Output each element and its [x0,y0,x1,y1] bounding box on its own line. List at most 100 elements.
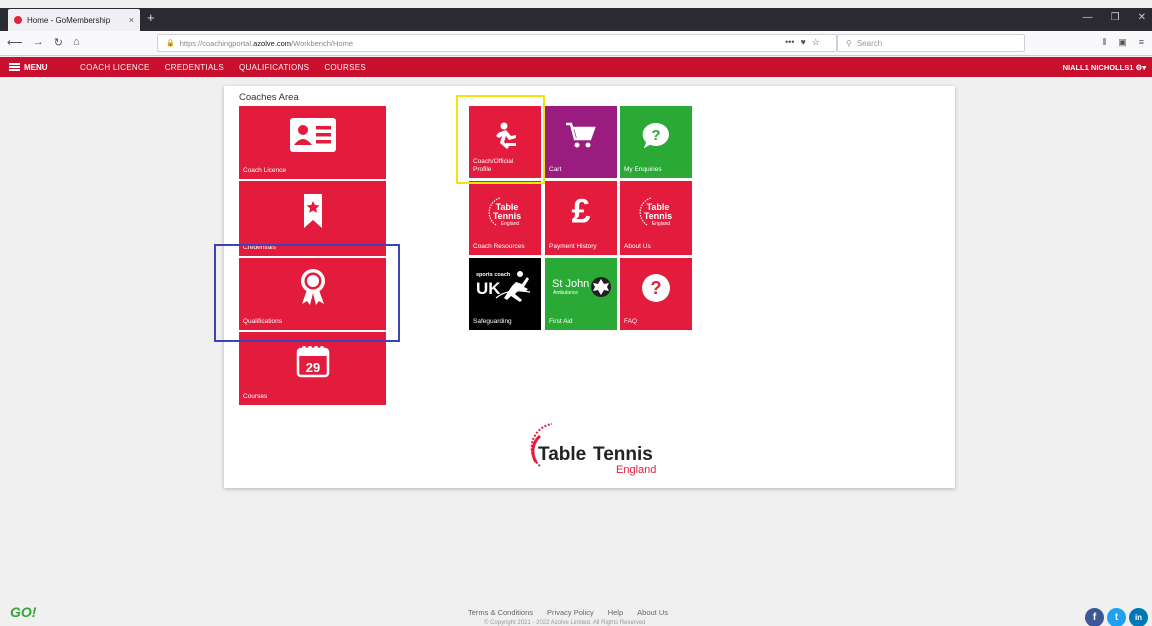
tile-first-aid[interactable]: St John Ambulance First Aid [545,258,617,330]
top-nav: COACH LICENCE CREDENTIALS QUALIFICATIONS… [80,63,366,72]
tile-label: First Aid [549,317,573,325]
tile-safeguarding[interactable]: sports coach UK Safeguarding [469,258,541,330]
sports-coach-text: sports coach [476,272,511,278]
footer-about[interactable]: About Us [637,608,668,617]
user-name: NIALL1 NICHOLLS1 [1062,63,1134,72]
st-john-ambulance-logo: St John Ambulance [552,277,611,298]
tile-payment-history[interactable]: £ Payment History [545,181,617,255]
st-john-text: St John [552,278,589,290]
close-window-icon[interactable]: ✕ [1138,12,1146,23]
browser-tab[interactable]: Home - GoMembership × [8,9,140,31]
tile-faq[interactable]: ? FAQ [620,258,692,330]
copyright: © Copyright 2021 - 2022 Azolve Limited. … [484,620,646,626]
calendar-day: 29 [305,360,319,375]
facebook-icon[interactable]: f [1085,608,1104,626]
menu-button[interactable]: MENU [0,63,80,72]
logo-table-text: Table [538,444,586,465]
ambulance-text: Ambulance [553,290,578,296]
reload-icon[interactable]: ↻ [54,36,63,49]
logo-line3: England [652,221,671,227]
search-input[interactable]: ⚲ Search [837,34,1025,52]
window-controls: — ❐ ✕ [1083,12,1146,23]
go-logo[interactable]: GO! [10,604,36,620]
logo-england-text: England [616,464,656,476]
url-host: azolve.com [253,38,292,48]
nav-credentials[interactable]: CREDENTIALS [165,63,224,72]
footer-privacy[interactable]: Privacy Policy [547,608,594,617]
nav-qualifications[interactable]: QUALIFICATIONS [239,63,309,72]
lock-icon: 🔒 [166,40,175,47]
social-links: f t in [1085,608,1148,626]
tile-label: Cart [549,165,562,173]
browser-tab-bar: Home - GoMembership × + — ❐ ✕ [0,8,1152,31]
tile-courses[interactable]: 29 Courses [239,332,386,405]
new-tab-button[interactable]: + [147,10,155,25]
app-header: MENU COACH LICENCE CREDENTIALS QUALIFICA… [0,57,1152,77]
sports-coach-uk-logo: sports coach UK [476,271,531,303]
tile-label: Coach Licence [243,166,286,174]
svg-text:?: ? [651,278,662,298]
more-icon[interactable]: ••• [785,37,794,48]
tab-title: Home - GoMembership [27,15,111,25]
id-card-icon [289,118,336,153]
table-tennis-england-logo: Table Tennis England [639,197,672,227]
twitter-icon[interactable]: t [1107,608,1126,626]
back-icon[interactable]: ⟵ [7,36,23,49]
calendar-icon: 29 [296,346,329,378]
logo-tennis-text: Tennis [593,444,653,465]
gear-icon: ⚙▾ [1135,63,1147,72]
table-tennis-england-logo: Table Tennis England [530,423,656,476]
table-tennis-england-logo: Table Tennis England [488,197,521,227]
forward-icon[interactable]: → [33,36,44,49]
pound-icon: £ [571,192,591,231]
hamburger-icon [9,63,20,71]
footer-help[interactable]: Help [608,608,623,617]
question-bubble-icon: ? [642,123,670,149]
search-placeholder: Search [856,38,883,48]
cart-icon [566,122,596,148]
tile-label: Coach Resources [473,242,525,250]
pocket-icon[interactable]: ♥ [800,37,805,48]
sidebar-icon[interactable]: ▣ [1118,37,1127,48]
hamburger-menu-icon[interactable]: ≡ [1139,37,1144,48]
logo-line2: Tennis [644,211,672,221]
tile-label: My Enquiries [624,165,662,173]
minimize-icon[interactable]: — [1083,12,1093,23]
url-bar[interactable]: 🔒 https://coachingportal. azolve.com/Work… [157,34,837,52]
highlight-box-yellow [456,95,545,184]
tile-cart[interactable]: Cart [545,106,617,178]
footer-terms[interactable]: Terms & Conditions [468,608,533,617]
tile-about-us[interactable]: Table Tennis England About Us [620,181,692,255]
tile-label: Courses [243,392,268,400]
restore-icon[interactable]: ❐ [1111,12,1120,23]
bookmark-star-icon [303,194,322,228]
logo-line3: England [501,221,520,227]
logo-line2: Tennis [493,211,521,221]
coaches-area-title: Coaches Area [239,92,299,103]
svg-text:?: ? [651,127,660,144]
tile-label: Payment History [549,242,597,250]
tile-my-enquiries[interactable]: ? My Enquiries [620,106,692,178]
tile-coach-resources[interactable]: Table Tennis England Coach Resources [469,181,541,255]
tile-coach-licence[interactable]: Coach Licence [239,106,386,179]
url-prefix: https://coachingportal. [179,38,254,48]
question-circle-icon: ? [642,274,670,303]
home-icon[interactable]: ⌂ [73,36,80,49]
tile-label: FAQ [624,317,638,325]
bookmark-star-icon[interactable]: ☆ [812,37,820,48]
user-menu[interactable]: NIALL1 NICHOLLS1 ⚙▾ [1063,63,1146,72]
close-tab-icon[interactable]: × [129,15,134,25]
menu-label: MENU [24,62,48,72]
page: { "browser": { "tab_title": "Home - GoMe… [0,0,1152,626]
tile-label: About Us [624,242,651,250]
nav-courses[interactable]: COURSES [324,63,366,72]
nav-coach-licence[interactable]: COACH LICENCE [80,63,150,72]
tile-label: Safeguarding [473,317,512,325]
linkedin-icon[interactable]: in [1129,608,1148,626]
library-icon[interactable]: ⫴ [1102,37,1106,48]
browser-toolbar: ⟵ → ↻ ⌂ 🔒 https://coachingportal. azolve.… [0,31,1152,56]
highlight-box-blue [214,244,400,342]
footer-links: Terms & Conditions Privacy Policy Help A… [468,608,668,617]
favicon-icon [14,16,22,24]
uk-text: UK [476,279,501,298]
